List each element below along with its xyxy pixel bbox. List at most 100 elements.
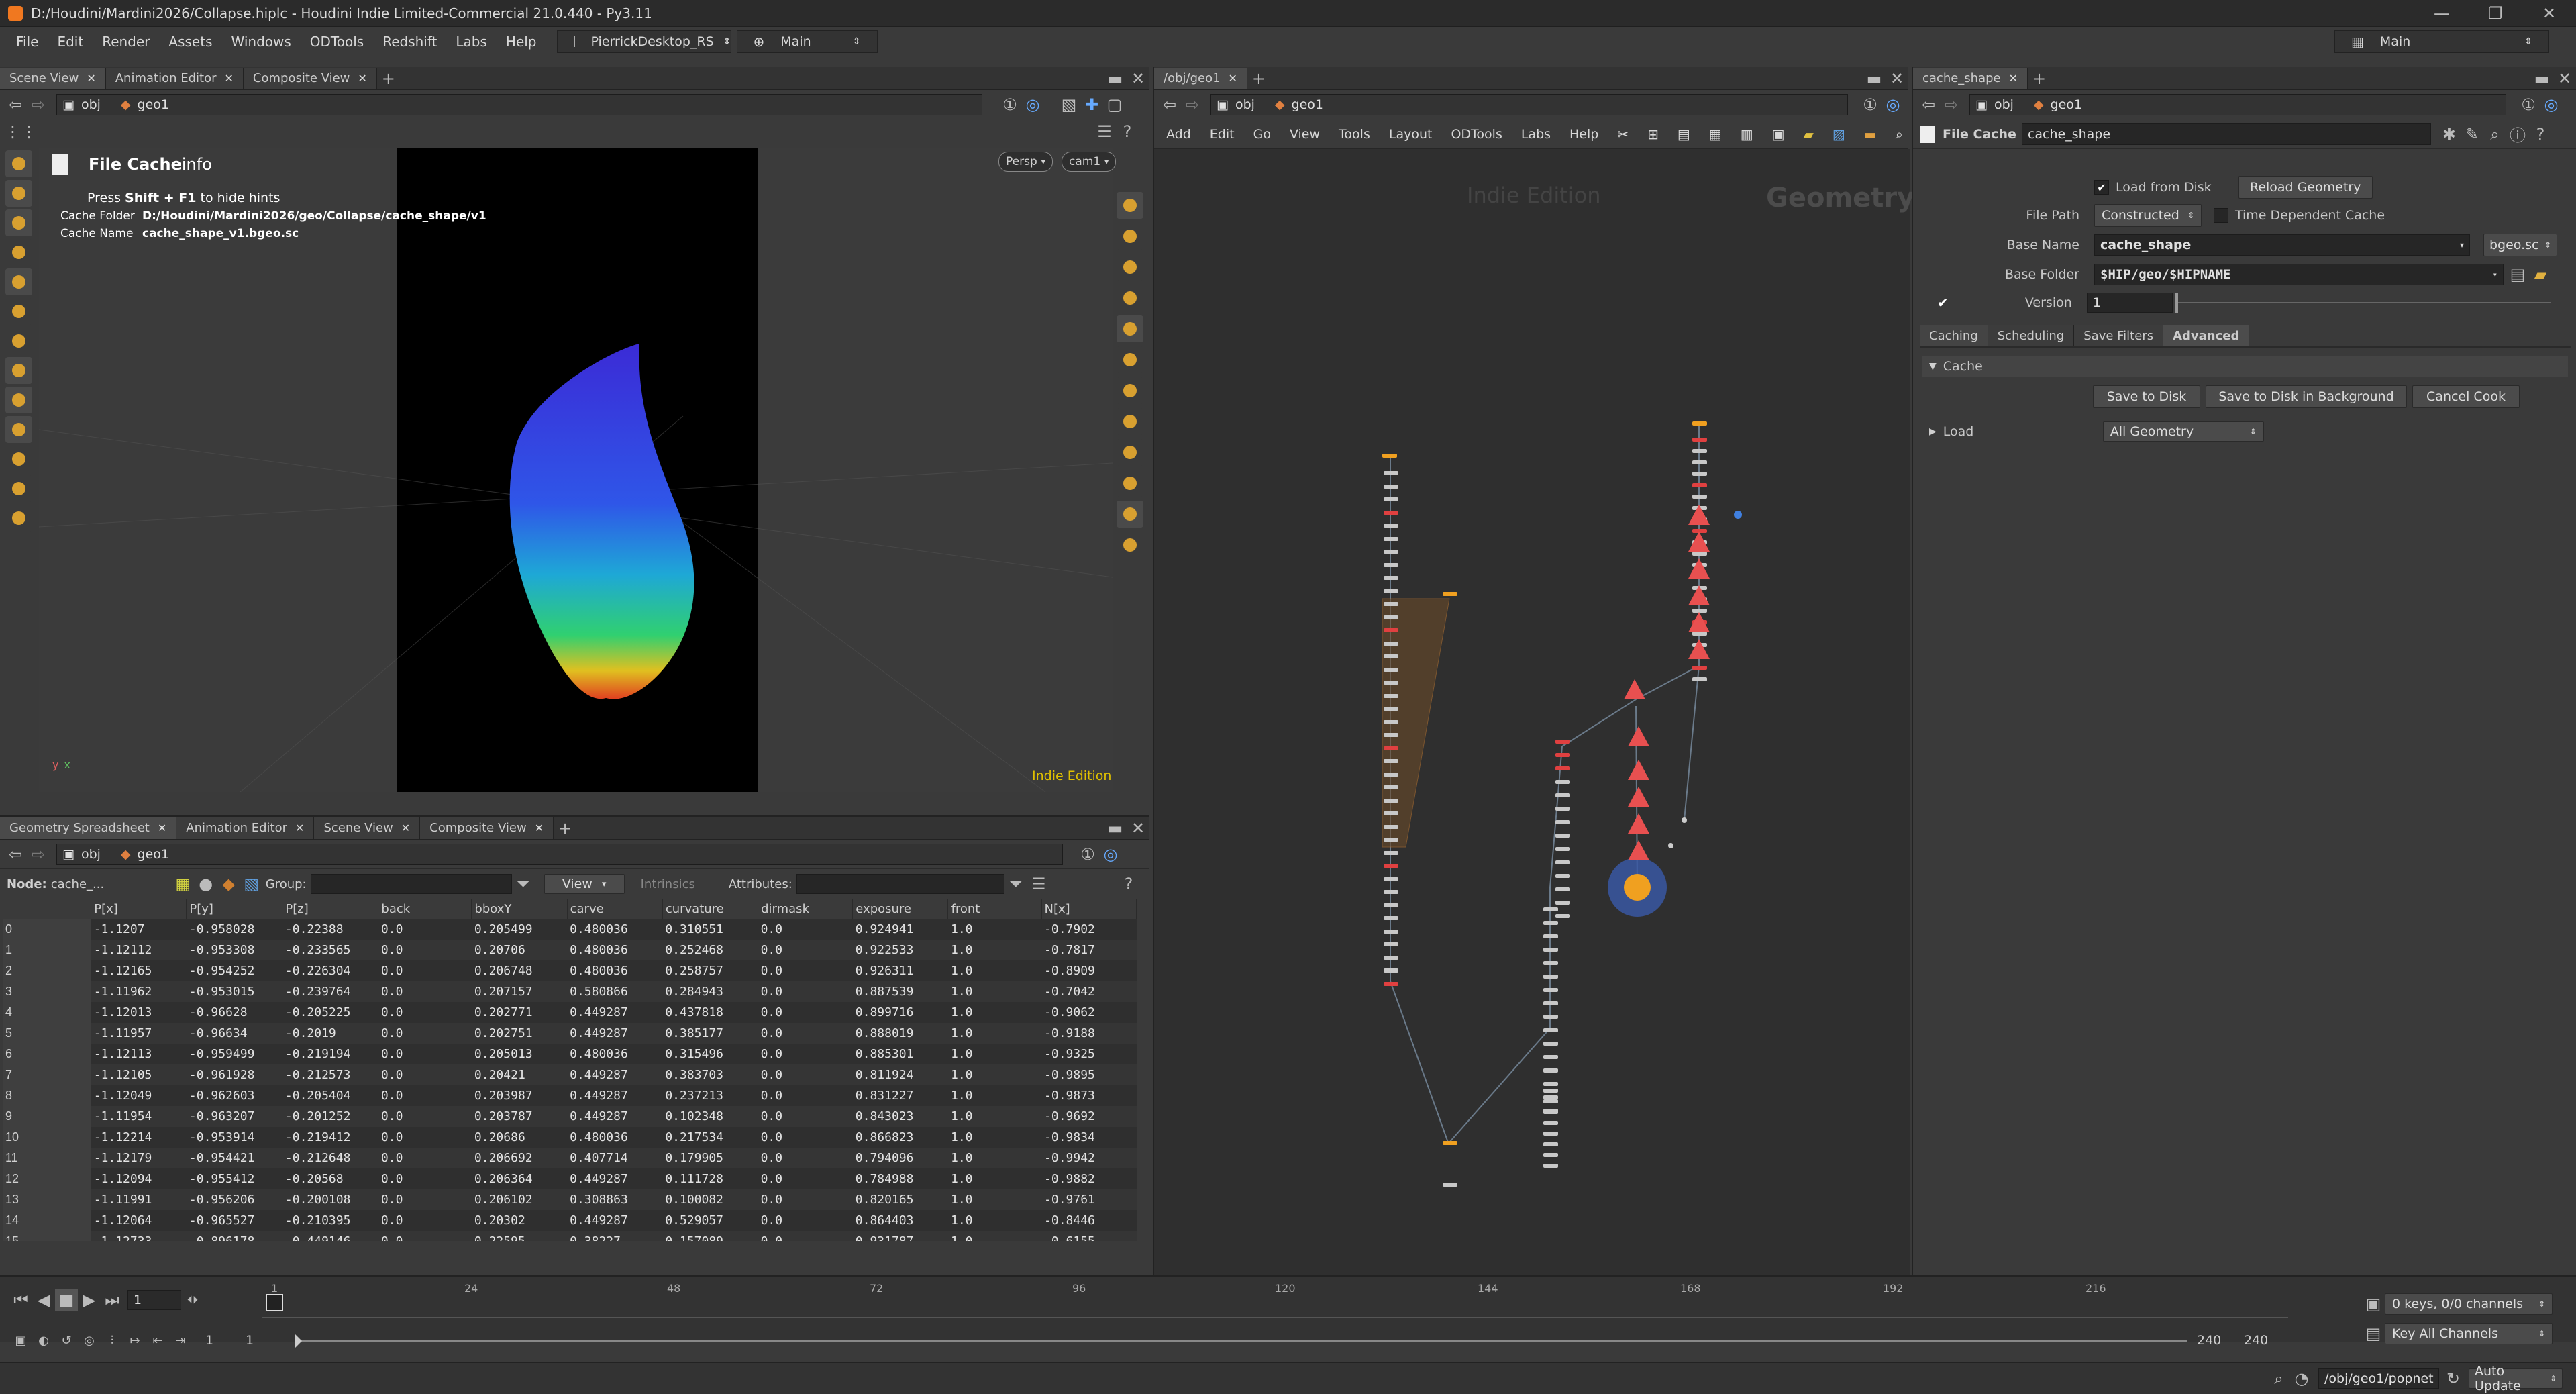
help-icon[interactable]: ? — [1116, 120, 1139, 143]
tab-caching[interactable]: Caching — [1920, 325, 1988, 346]
close-tab-icon[interactable]: ✕ — [2009, 72, 2018, 85]
network-node[interactable] — [1555, 807, 1570, 811]
close-tab-icon[interactable]: ✕ — [1229, 72, 1237, 85]
version-slider[interactable] — [2175, 293, 2551, 313]
load-from-disk-checkbox[interactable]: ✔ — [2094, 180, 2109, 195]
light-icon[interactable] — [1117, 285, 1143, 311]
playback-start[interactable]: 1 — [246, 1333, 286, 1348]
back-arrow-icon[interactable]: ⇦ — [1917, 93, 1940, 116]
reload-geometry-button[interactable]: Reload Geometry — [2238, 176, 2373, 199]
network-node[interactable] — [1543, 961, 1558, 965]
network-node[interactable] — [1543, 907, 1558, 911]
network-node[interactable] — [1384, 681, 1398, 685]
wrench-icon[interactable]: ✂ — [1617, 123, 1629, 146]
table-row[interactable]: 0 -1.1207 -0.958028 -0.22388 0.0 0.205499 0.48… — [3, 919, 1137, 940]
table-row[interactable]: 8 -1.12049 -0.962603 -0.205404 0.0 0.203987 0.… — [3, 1085, 1137, 1106]
network-node[interactable] — [1384, 838, 1398, 842]
network-node[interactable] — [1543, 934, 1558, 938]
solver-node[interactable] — [1624, 679, 1645, 699]
network-node[interactable] — [1384, 536, 1398, 541]
pane-close-icon[interactable]: ✕ — [1127, 67, 1149, 90]
network-node[interactable] — [1384, 824, 1398, 829]
pin-icon[interactable]: ① — [1859, 93, 1882, 116]
playback-end[interactable]: 240 — [2197, 1333, 2244, 1348]
network-node[interactable] — [1384, 471, 1398, 475]
menu-edit[interactable]: Edit — [57, 34, 83, 50]
display-icon[interactable]: ▢ — [1103, 93, 1126, 116]
pane-menu-icon[interactable]: ▬ — [1104, 67, 1127, 90]
brush-icon[interactable] — [5, 328, 32, 354]
main-context-select[interactable]: ▦ Main ⇕ — [2334, 30, 2549, 53]
group-field[interactable] — [310, 874, 512, 894]
table-row[interactable]: 15-1.12733-0.896178-0.4491460.00.225950.… — [3, 1231, 1137, 1241]
table-view-icon[interactable]: ▥ — [1741, 123, 1753, 146]
close-tab-icon[interactable]: ✕ — [401, 822, 410, 834]
rotate-tool-icon[interactable] — [5, 209, 32, 236]
prims-mode-icon[interactable]: ◆ — [217, 873, 240, 895]
sticky-note-icon[interactable]: ▰ — [1804, 123, 1814, 146]
version-field[interactable]: 1 — [2086, 293, 2173, 313]
auto-update-button[interactable]: Auto Update ⇕ — [2469, 1364, 2563, 1393]
network-node[interactable] — [1555, 901, 1570, 905]
scene-path-field[interactable]: ▣ obj ◆ geo1 — [56, 93, 982, 115]
next-key-icon[interactable]: ⇥ — [169, 1329, 192, 1352]
solver-node[interactable] — [1688, 532, 1710, 552]
select-tool-icon[interactable] — [5, 150, 32, 177]
table-row[interactable]: 7 -1.12105 -0.961928 -0.212573 0.0 0.20421 0.4… — [3, 1064, 1137, 1085]
snap-grid-icon[interactable] — [1117, 346, 1143, 373]
close-tab-icon[interactable]: ✕ — [535, 822, 544, 834]
column-header[interactable]: P[z] — [282, 899, 379, 919]
pointer-icon[interactable] — [5, 239, 32, 266]
handle-icon[interactable] — [5, 298, 32, 325]
bundle-icon[interactable]: ▬ — [1864, 123, 1877, 146]
play-icon[interactable]: ▶ — [78, 1289, 101, 1311]
audio-icon[interactable]: ◐ — [32, 1329, 55, 1352]
filter-icon[interactable]: ⏷ — [1004, 873, 1027, 895]
network-node[interactable] — [1384, 981, 1398, 986]
pane-close-icon[interactable]: ✕ — [2553, 67, 2576, 90]
cache-section-header[interactable]: ▼ Cache — [1922, 356, 2568, 377]
solver-node[interactable] — [1628, 787, 1649, 807]
network-node[interactable] — [1555, 887, 1570, 891]
tree-icon[interactable]: ⊞ — [1647, 123, 1659, 146]
status-path[interactable]: /obj/geo1/popnet — [2318, 1368, 2439, 1389]
spreadsheet-path-field[interactable]: ▣ obj ◆ geo1 — [56, 843, 1063, 865]
net-menu-help[interactable]: Help — [1569, 127, 1598, 142]
table-row[interactable]: 2 -1.12165 -0.954252 -0.226304 0.0 0.206748 0.… — [3, 960, 1137, 981]
link-icon[interactable]: ◎ — [1021, 93, 1044, 116]
network-node[interactable] — [1692, 460, 1707, 464]
prev-key-icon[interactable]: ⇤ — [146, 1329, 169, 1352]
forward-arrow-icon[interactable]: ⇨ — [1940, 93, 1963, 116]
network-node[interactable] — [1555, 914, 1570, 918]
network-node[interactable] — [1555, 740, 1570, 744]
magnet-icon[interactable] — [5, 357, 32, 384]
minimize-icon[interactable]: — — [2415, 2, 2469, 25]
link-icon[interactable]: ◎ — [1099, 843, 1122, 866]
version-checkbox[interactable]: ✔ — [1937, 295, 1949, 311]
network-node[interactable] — [1384, 890, 1398, 894]
tab-scene-view[interactable]: Scene View ✕ — [0, 67, 106, 89]
column-header[interactable]: P[x] — [91, 899, 187, 919]
cancel-cook-button[interactable]: Cancel Cook — [2412, 385, 2520, 408]
snap-icon[interactable] — [5, 416, 32, 443]
network-node[interactable] — [1692, 421, 1707, 426]
save-to-disk-button[interactable]: Save to Disk — [2093, 385, 2200, 408]
close-tab-icon[interactable]: ✕ — [158, 822, 166, 834]
network-path-field[interactable]: ▣ obj ◆ geo1 — [1210, 93, 1848, 115]
network-node[interactable] — [1543, 1132, 1558, 1136]
solver-node[interactable] — [1628, 726, 1649, 746]
vertices-mode-icon[interactable]: ● — [195, 873, 217, 895]
column-header[interactable]: curvature — [662, 899, 759, 919]
restore-icon[interactable]: ❐ — [2469, 2, 2522, 25]
help-icon[interactable]: ? — [2529, 123, 2552, 146]
jump-start-icon[interactable]: ⏮ — [9, 1289, 32, 1311]
network-node[interactable] — [1692, 449, 1707, 453]
camera-icon[interactable] — [5, 505, 32, 532]
folder-icon[interactable]: ▰ — [2529, 263, 2552, 286]
playhead[interactable] — [266, 1294, 283, 1311]
solver-node[interactable] — [1688, 558, 1710, 579]
loop-icon[interactable]: ↺ — [55, 1329, 78, 1352]
net-menu-tools[interactable]: Tools — [1339, 127, 1370, 142]
file-path-dropdown[interactable]: Constructed ⇕ — [2094, 204, 2202, 227]
step-icon[interactable]: ⏴⏵ — [181, 1289, 204, 1311]
